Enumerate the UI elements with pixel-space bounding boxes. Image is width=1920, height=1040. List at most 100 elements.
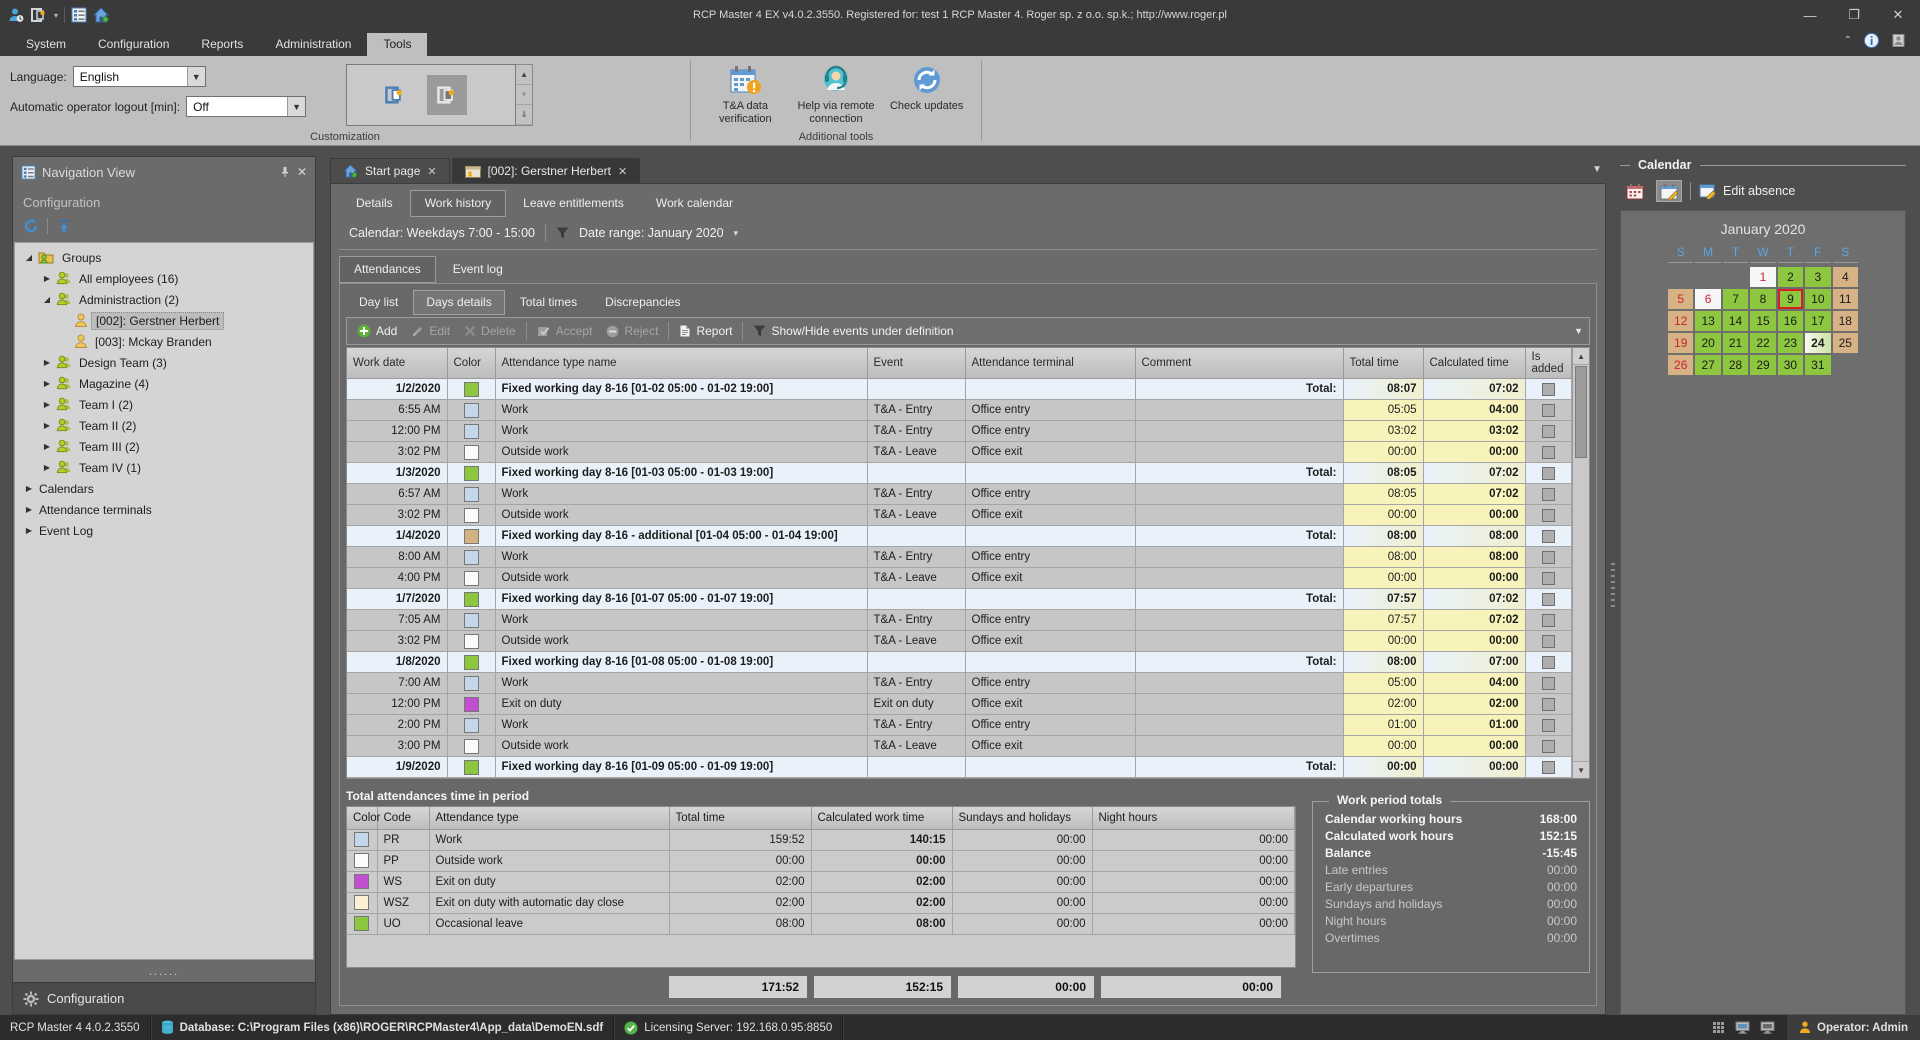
- column-header-total-time[interactable]: Total time: [1343, 348, 1423, 379]
- reader-monitor-icon[interactable]: [1760, 1021, 1775, 1034]
- tree-item-magazine-4[interactable]: ▶ Magazine (4): [15, 373, 313, 394]
- report-button[interactable]: Report: [675, 322, 736, 340]
- table-row-event[interactable]: 6:57 AM WorkT&A - EntryOffice entry 08:0…: [347, 484, 1572, 505]
- scroll-down-icon[interactable]: ▼: [516, 85, 532, 105]
- calendar-day-24[interactable]: 24: [1805, 333, 1830, 353]
- summary-column-total-time[interactable]: Total time: [669, 807, 811, 829]
- calendar-day-11[interactable]: 11: [1833, 289, 1858, 309]
- tree-expander-icon[interactable]: ▶: [41, 400, 53, 409]
- calendar-day-7[interactable]: 7: [1723, 289, 1748, 309]
- tree-expander-icon[interactable]: ▶: [23, 484, 35, 493]
- logout-select[interactable]: Off▼: [186, 96, 306, 117]
- is-added-checkbox[interactable]: [1542, 698, 1555, 711]
- table-row-day[interactable]: 1/4/2020 Fixed working day 8-16 - additi…: [347, 526, 1572, 547]
- calendar-day-21[interactable]: 21: [1723, 333, 1748, 353]
- is-added-checkbox[interactable]: [1542, 635, 1555, 648]
- tree-expander-icon[interactable]: ▶: [41, 358, 53, 367]
- table-row-day[interactable]: 1/7/2020 Fixed working day 8-16 [01-07 0…: [347, 589, 1572, 610]
- scrollbar-thumb[interactable]: [1575, 366, 1587, 458]
- calendar-day-14[interactable]: 14: [1723, 311, 1748, 331]
- tab-list-dropdown-icon[interactable]: ▼: [1592, 164, 1602, 175]
- panel-resize-dots[interactable]: ......: [13, 960, 315, 982]
- tree-expander-icon[interactable]: ◢: [23, 253, 35, 262]
- table-row-event[interactable]: 3:02 PM Outside workT&A - LeaveOffice ex…: [347, 505, 1572, 526]
- summary-column-calculated-work-time[interactable]: Calculated work time: [811, 807, 952, 829]
- chevron-down-icon[interactable]: ▼: [187, 67, 205, 86]
- summary-row-pr[interactable]: PRWork 159:52140:15 00:0000:00: [347, 829, 1295, 850]
- table-row-event[interactable]: 8:00 AM WorkT&A - EntryOffice entry 08:0…: [347, 547, 1572, 568]
- minimize-button[interactable]: —: [1788, 0, 1832, 30]
- calendar-day-4[interactable]: 4: [1833, 267, 1858, 287]
- close-button[interactable]: ✕: [1876, 0, 1920, 30]
- menu-tab-system[interactable]: System: [10, 33, 82, 56]
- calendar-day-12[interactable]: 12: [1668, 311, 1693, 331]
- grid-icon[interactable]: [1712, 1021, 1725, 1034]
- calendar-day-26[interactable]: 26: [1668, 355, 1693, 375]
- calendar-day-17[interactable]: 17: [1805, 311, 1830, 331]
- check-updates-button[interactable]: Check updates: [884, 62, 969, 125]
- tree-expander-icon[interactable]: ▶: [41, 463, 53, 472]
- is-added-checkbox[interactable]: [1542, 467, 1555, 480]
- tab-attendances[interactable]: Attendances: [339, 256, 436, 283]
- accept-button[interactable]: Accept: [533, 322, 597, 340]
- menu-tab-reports[interactable]: Reports: [185, 33, 259, 56]
- tree-expander-icon[interactable]: ▶: [23, 505, 35, 514]
- table-row-event[interactable]: 12:00 PM Exit on dutyExit on dutyOffice …: [347, 694, 1572, 715]
- tab-days-details[interactable]: Days details: [413, 290, 504, 315]
- calendar-day-9[interactable]: 9: [1778, 289, 1803, 309]
- tree-item-attendance-terminals[interactable]: ▶ Attendance terminals: [15, 499, 313, 520]
- tab-work-calendar[interactable]: Work calendar: [641, 190, 748, 217]
- tab-leave-entitlements[interactable]: Leave entitlements: [508, 190, 639, 217]
- doc-tab-002-gerstner-herbert[interactable]: [002]: Gerstner Herbert ✕: [452, 158, 641, 183]
- tab-details[interactable]: Details: [341, 190, 408, 217]
- summary-row-ws[interactable]: WSExit on duty 02:0002:00 00:0000:00: [347, 871, 1295, 892]
- tree-item-team-i-2[interactable]: ▶ Team I (2): [15, 394, 313, 415]
- calendar-day-15[interactable]: 15: [1750, 311, 1775, 331]
- calendar-day-20[interactable]: 20: [1695, 333, 1720, 353]
- table-row-event[interactable]: 2:00 PM WorkT&A - EntryOffice entry 01:0…: [347, 715, 1572, 736]
- summary-row-uo[interactable]: UOOccasional leave 08:0008:00 00:0000:00: [347, 913, 1295, 934]
- is-added-checkbox[interactable]: [1542, 614, 1555, 627]
- tab-discrepancies[interactable]: Discrepancies: [592, 290, 693, 315]
- operator-icon[interactable]: [8, 7, 24, 23]
- is-added-checkbox[interactable]: [1542, 509, 1555, 522]
- calendar-day-13[interactable]: 13: [1695, 311, 1720, 331]
- app-logo-dropdown-icon[interactable]: ▾: [54, 11, 58, 20]
- column-header-attendance-type-name[interactable]: Attendance type name: [495, 348, 867, 379]
- tab-total-times[interactable]: Total times: [507, 290, 590, 315]
- table-row-event[interactable]: 7:05 AM WorkT&A - EntryOffice entry 07:5…: [347, 610, 1572, 631]
- calendar-day-5[interactable]: 5: [1668, 289, 1693, 309]
- summary-row-pp[interactable]: PPOutside work 00:0000:00 00:0000:00: [347, 850, 1295, 871]
- restore-button[interactable]: ❐: [1832, 0, 1876, 30]
- close-panel-icon[interactable]: ✕: [297, 165, 307, 179]
- calendar-day-22[interactable]: 22: [1750, 333, 1775, 353]
- is-added-checkbox[interactable]: [1542, 761, 1555, 774]
- table-row-day[interactable]: 1/2/2020 Fixed working day 8-16 [01-02 0…: [347, 379, 1572, 400]
- table-row-event[interactable]: 7:00 AM WorkT&A - EntryOffice entry 05:0…: [347, 673, 1572, 694]
- calendar-day-6[interactable]: 6: [1695, 289, 1720, 309]
- customization-icon-list[interactable]: [346, 64, 516, 126]
- tree-item-team-iv-1[interactable]: ▶ Team IV (1): [15, 457, 313, 478]
- column-header-work-date[interactable]: Work date: [347, 348, 447, 379]
- summary-column-sundays-and-holidays[interactable]: Sundays and holidays: [952, 807, 1092, 829]
- calendar-day-10[interactable]: 10: [1805, 289, 1830, 309]
- collapse-ribbon-icon[interactable]: ⌃: [1844, 35, 1852, 46]
- edit-button[interactable]: Edit: [407, 322, 454, 340]
- calendar-day-29[interactable]: 29: [1750, 355, 1775, 375]
- table-row-event[interactable]: 3:02 PM Outside workT&A - LeaveOffice ex…: [347, 631, 1572, 652]
- scroll-up-icon[interactable]: ▲: [1573, 348, 1589, 365]
- calendar-day-23[interactable]: 23: [1778, 333, 1803, 353]
- help-icon[interactable]: [1891, 33, 1906, 48]
- table-row-day[interactable]: 1/3/2020 Fixed working day 8-16 [01-03 0…: [347, 463, 1572, 484]
- tree-item-calendars[interactable]: ▶ Calendars: [15, 478, 313, 499]
- theme-option-1[interactable]: [375, 75, 415, 115]
- is-added-checkbox[interactable]: [1542, 656, 1555, 669]
- theme-option-2[interactable]: [427, 75, 467, 115]
- close-tab-icon[interactable]: ✕: [618, 165, 627, 178]
- is-added-checkbox[interactable]: [1542, 425, 1555, 438]
- is-added-checkbox[interactable]: [1542, 593, 1555, 606]
- delete-button[interactable]: Delete: [460, 322, 520, 340]
- column-header-event[interactable]: Event: [867, 348, 965, 379]
- is-added-checkbox[interactable]: [1542, 719, 1555, 732]
- calendar-day-16[interactable]: 16: [1778, 311, 1803, 331]
